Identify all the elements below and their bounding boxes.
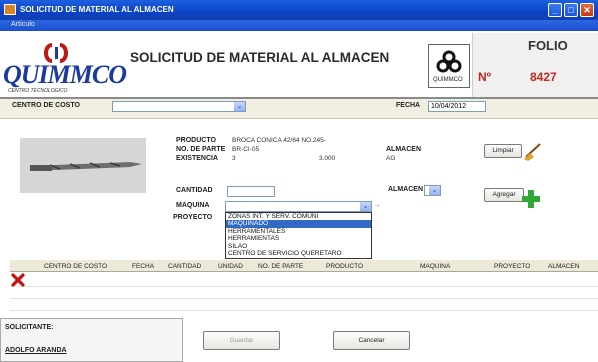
col-proyecto[interactable]: PROYECTO — [494, 263, 530, 270]
maquina-select[interactable]: ⌄ — [225, 201, 372, 212]
centro-costo-select[interactable]: ⌄ — [112, 101, 246, 112]
logo-text: QUIMMCO — [3, 60, 127, 89]
maquina-label: MAQUINA — [176, 202, 210, 209]
app-icon — [4, 4, 16, 15]
dropdown-option[interactable]: HERRAMIENTAS — [226, 235, 371, 242]
guardar-button[interactable]: Guardar — [203, 331, 280, 350]
almacen-select[interactable]: ⌄ — [424, 185, 441, 196]
quimmco-emblem-icon — [436, 50, 462, 73]
col-unidad[interactable]: UNIDAD — [218, 263, 243, 270]
existencia-value: 3 — [232, 155, 236, 162]
fecha-field[interactable]: 10/04/2012 — [428, 101, 486, 112]
small-logo-text: QUİMMCO — [433, 77, 463, 83]
col-almacen[interactable]: ALMACEN — [548, 263, 579, 270]
agregar-label: Agregar — [492, 191, 516, 198]
cantidad-field[interactable] — [227, 186, 275, 197]
almacen-info-value: AG — [386, 155, 396, 162]
arrow-right-icon: → — [374, 202, 381, 209]
chevron-down-icon[interactable]: ⌄ — [234, 102, 245, 111]
cantidad-label: CANTIDAD — [176, 187, 213, 194]
proyecto-label: PROYECTO — [173, 214, 213, 221]
col-cantidad[interactable]: CANTIDAD — [168, 263, 201, 270]
table-row — [10, 310, 598, 311]
menu-articulo[interactable]: Artículo — [11, 21, 35, 28]
cancelar-button[interactable]: Cancelar — [333, 331, 410, 350]
table-row — [10, 286, 598, 287]
chevron-down-icon[interactable]: ⌄ — [429, 186, 440, 195]
centro-costo-label: CENTRO DE COSTO — [12, 102, 80, 109]
folio-number: 8427 — [530, 70, 557, 84]
col-producto[interactable]: PRODUCTO — [326, 263, 363, 270]
minimize-button[interactable]: _ — [548, 3, 562, 17]
dropdown-option[interactable]: CENTRO DE SERVICIO QUERETARO — [226, 250, 371, 257]
table-row — [10, 298, 598, 299]
filter-bar — [0, 97, 598, 119]
no-parte-label: NO. DE PARTE — [176, 146, 226, 153]
col-fecha[interactable]: FECHA — [132, 263, 154, 270]
dropdown-option[interactable]: HERRAMENTALES — [226, 228, 371, 235]
dropdown-option-selected[interactable]: MAQUINADO — [226, 220, 371, 228]
solicitante-name: ADOLFO ARANDA — [5, 347, 67, 354]
existencia-decimal: 3.000 — [319, 155, 336, 162]
limpiar-label: Limpiar — [492, 147, 514, 154]
dropdown-option[interactable]: ZONAS INT. Y SERV. COMUNI — [226, 213, 371, 220]
chevron-down-icon[interactable]: ⌄ — [360, 202, 371, 211]
small-logo: QUİMMCO — [428, 44, 470, 88]
producto-label: PRODUCTO — [176, 137, 216, 144]
window-title: SOLICITUD DE MATERIAL AL ALMACEN — [20, 5, 174, 14]
logo-subtitle: CENTRO TECNOLOGICO — [8, 88, 68, 94]
agregar-button[interactable]: Agregar — [484, 188, 524, 202]
solicitante-panel: SOLICITANTE: ADOLFO ARANDA — [0, 318, 183, 362]
broom-icon[interactable] — [522, 141, 546, 161]
delete-x-icon[interactable] — [11, 273, 25, 287]
almacen-info-label: ALMACEN — [386, 146, 421, 153]
folio-label: FOLIO — [528, 38, 568, 53]
solicitante-label: SOLICITANTE: — [5, 324, 54, 331]
almacen-label: ALMACEN — [388, 186, 423, 193]
existencia-label: EXISTENCIA — [176, 155, 219, 162]
col-maquina[interactable]: MAQUINA — [420, 263, 450, 270]
maquina-dropdown-list[interactable]: ZONAS INT. Y SERV. COMUNI MAQUINADO HERR… — [225, 212, 372, 259]
menu-bar: Artículo — [0, 20, 598, 31]
no-parte-value: BR-CI-05 — [232, 146, 260, 153]
fecha-label: FECHA — [396, 102, 421, 109]
maximize-button[interactable]: □ — [564, 3, 578, 17]
add-plus-icon[interactable] — [521, 189, 541, 209]
close-button[interactable]: ✕ — [580, 3, 594, 17]
page-title: SOLICITUD DE MATERIAL AL ALMACEN — [130, 50, 390, 65]
producto-value: BROCA CONICA 42/64 NO.245- — [232, 137, 326, 144]
col-centro-costo[interactable]: CENTRO DE COSTO — [44, 263, 107, 270]
folio-prefix: Nº — [478, 70, 492, 84]
col-no-parte[interactable]: NO. DE PARTE — [258, 263, 303, 270]
window-titlebar: SOLICITUD DE MATERIAL AL ALMACEN _ □ ✕ — [0, 0, 598, 20]
product-image — [20, 138, 146, 193]
dropdown-option[interactable]: SILAO — [226, 243, 371, 250]
limpiar-button[interactable]: Limpiar — [484, 144, 522, 158]
